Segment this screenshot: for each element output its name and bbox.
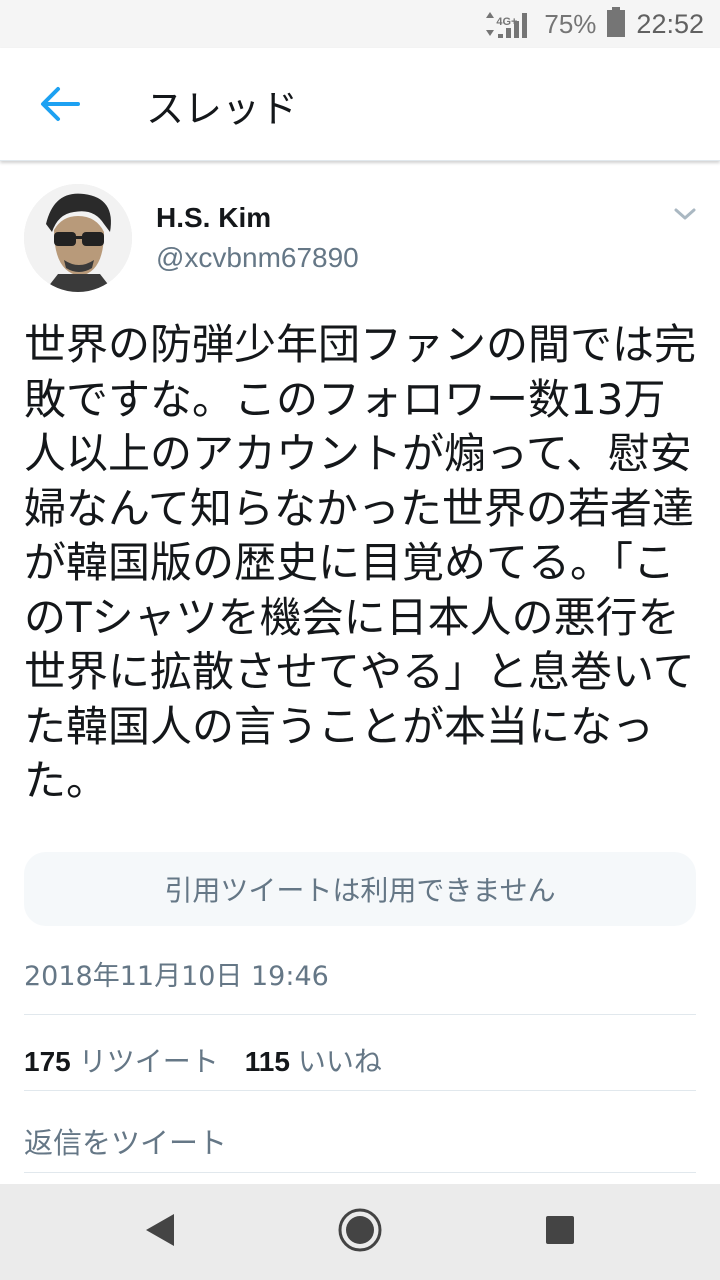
square-recent-icon: [543, 1213, 577, 1251]
divider: [24, 1172, 696, 1173]
network-type: 4G+: [496, 16, 518, 28]
author-name[interactable]: H.S. Kim: [156, 202, 271, 234]
nav-recent-button[interactable]: [536, 1208, 584, 1256]
battery-percent: 75%: [544, 8, 597, 39]
divider: [24, 1090, 696, 1091]
like-count[interactable]: 115: [245, 1046, 290, 1078]
avatar[interactable]: [24, 184, 132, 292]
back-button[interactable]: [30, 84, 90, 128]
app-header: スレッド: [0, 48, 720, 161]
system-nav-bar: [0, 1184, 720, 1280]
arrow-left-icon: [38, 86, 82, 126]
tweet-timestamp: 2018年11月10日 19:46: [24, 961, 329, 992]
tweet-stats: 175 リツイート 115 いいね: [24, 1040, 408, 1080]
tweet-text: 世界の防弾少年団ファンの間では完敗ですな。このフォロワー数13万人以上のアカウン…: [24, 320, 697, 805]
page-title: スレッド: [146, 87, 299, 131]
like-label[interactable]: いいね: [298, 1040, 382, 1080]
retweet-label[interactable]: リツイート: [79, 1040, 219, 1080]
retweet-count[interactable]: 175: [24, 1046, 71, 1078]
divider: [24, 1014, 696, 1015]
quote-unavailable-card: 引用ツイートは利用できません: [24, 852, 696, 926]
status-bar: 4G+ 75% 22:52: [0, 0, 720, 48]
battery-icon: [606, 7, 626, 41]
circle-home-icon: [336, 1206, 384, 1258]
signal-icon: 4G+: [482, 8, 534, 40]
reply-input[interactable]: 返信をツイート: [24, 1120, 227, 1162]
quote-unavailable-text: 引用ツイートは利用できません: [164, 874, 556, 907]
chevron-down-icon: [670, 208, 700, 232]
more-options-button[interactable]: [670, 200, 700, 228]
triangle-back-icon: [140, 1210, 180, 1254]
clock: 22:52: [636, 8, 704, 39]
nav-home-button[interactable]: [336, 1208, 384, 1256]
nav-back-button[interactable]: [136, 1208, 184, 1256]
author-handle[interactable]: @xcvbnm67890: [156, 242, 359, 274]
